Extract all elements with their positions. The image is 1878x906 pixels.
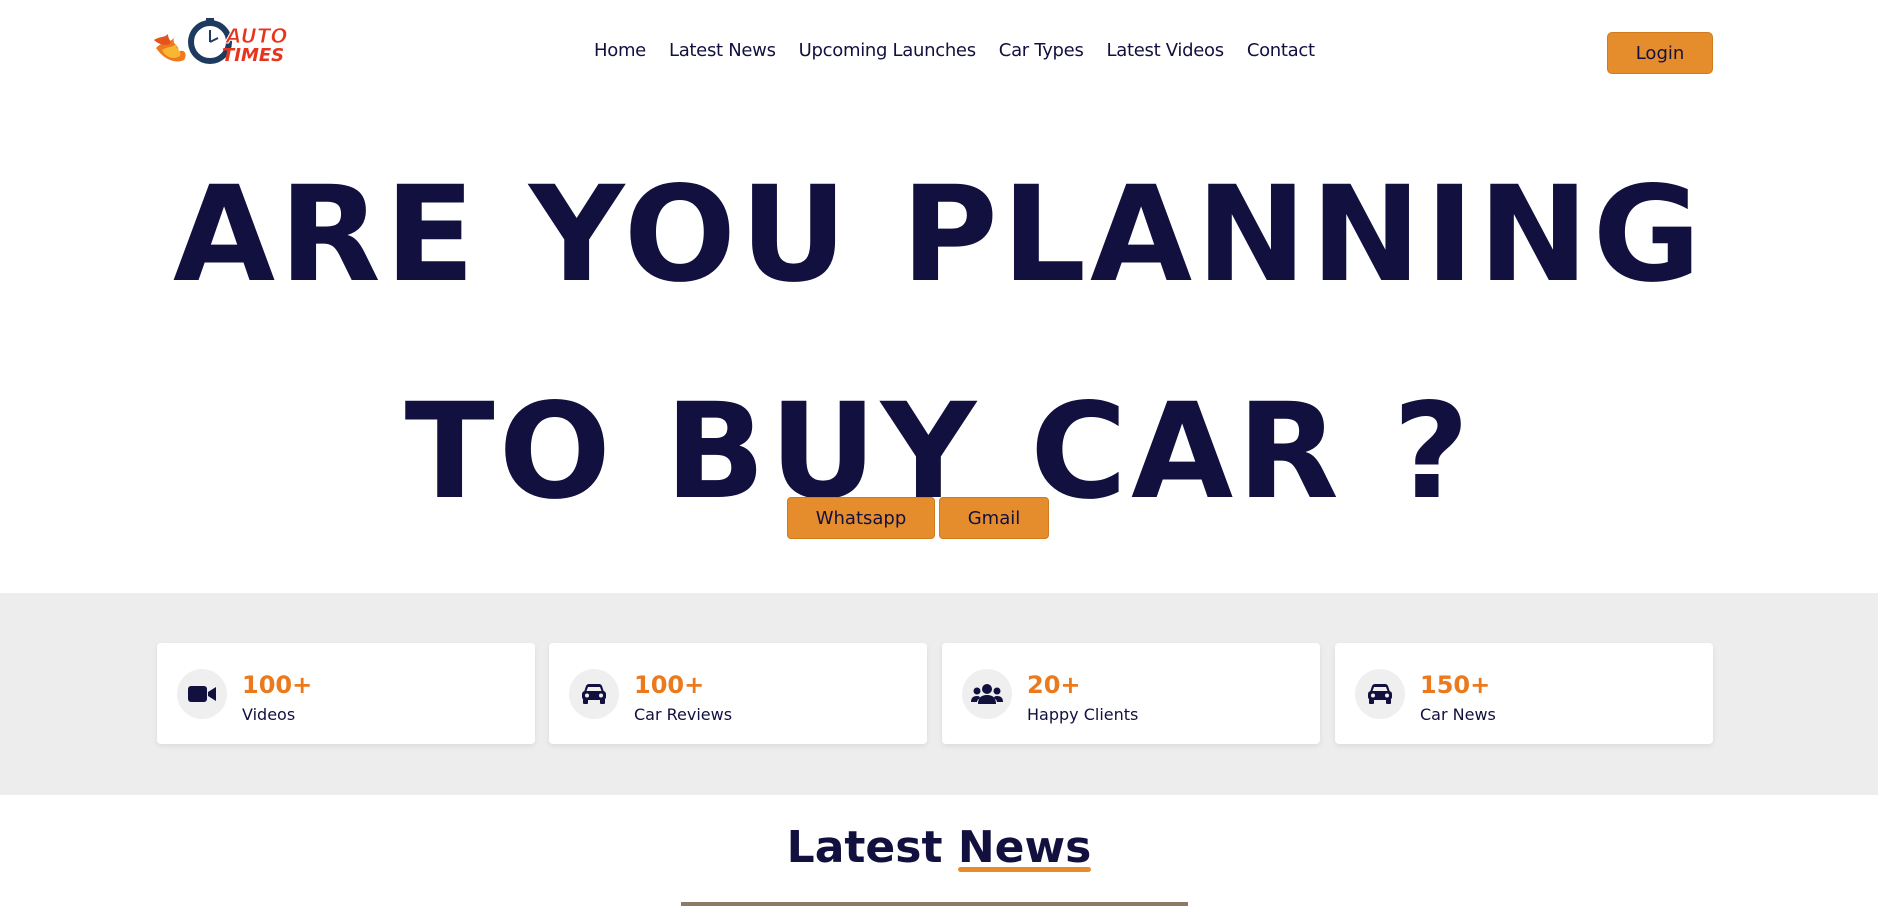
whatsapp-button[interactable]: Whatsapp [787,497,935,539]
stat-value: 100+ [242,671,313,699]
login-button[interactable]: Login [1607,32,1713,74]
stat-label: Videos [242,705,296,724]
stat-label: Car Reviews [634,705,733,724]
nav-contact[interactable]: Contact [1247,40,1315,61]
latest-news-heading-part1: Latest [786,822,958,873]
latest-news-heading-emphasis: News [957,818,1092,878]
stat-card-car-reviews: 100+ Car Reviews [549,643,927,744]
nav-home[interactable]: Home [594,40,646,61]
nav-upcoming-launches[interactable]: Upcoming Launches [799,40,976,61]
nav-latest-videos[interactable]: Latest Videos [1107,40,1225,61]
news-image-preview[interactable] [681,902,1188,906]
nav-car-types[interactable]: Car Types [999,40,1084,61]
stat-label: Car News [1420,705,1496,724]
car-icon [569,669,619,719]
video-camera-icon [177,669,227,719]
latest-news-heading-part2: News [957,822,1092,873]
latest-news-heading: Latest News [0,818,1878,878]
gmail-button[interactable]: Gmail [939,497,1049,539]
stat-card-videos: 100+ Videos [157,643,535,744]
car-icon [1355,669,1405,719]
stats-section: 100+ Videos 100+ Car Reviews 20+ Happy C… [0,593,1878,795]
nav-latest-news[interactable]: Latest News [669,40,776,61]
hero-headline-line1: ARE YOU PLANNING [172,158,1706,312]
stat-card-happy-clients: 20+ Happy Clients [942,643,1320,744]
main-nav: Home Latest News Upcoming Launches Car T… [594,40,1338,61]
stat-label: Happy Clients [1027,705,1139,724]
stat-value: 20+ [1027,671,1081,699]
auto-times-logo[interactable]: AUTO TIMES [154,18,290,74]
logo-text-times: TIMES [222,45,285,66]
users-icon [962,669,1012,719]
stat-card-car-news: 150+ Car News [1335,643,1713,744]
stat-value: 100+ [634,671,705,699]
stat-value: 150+ [1420,671,1491,699]
site-header: AUTO TIMES Home Latest News Upcoming Lau… [0,0,1878,106]
